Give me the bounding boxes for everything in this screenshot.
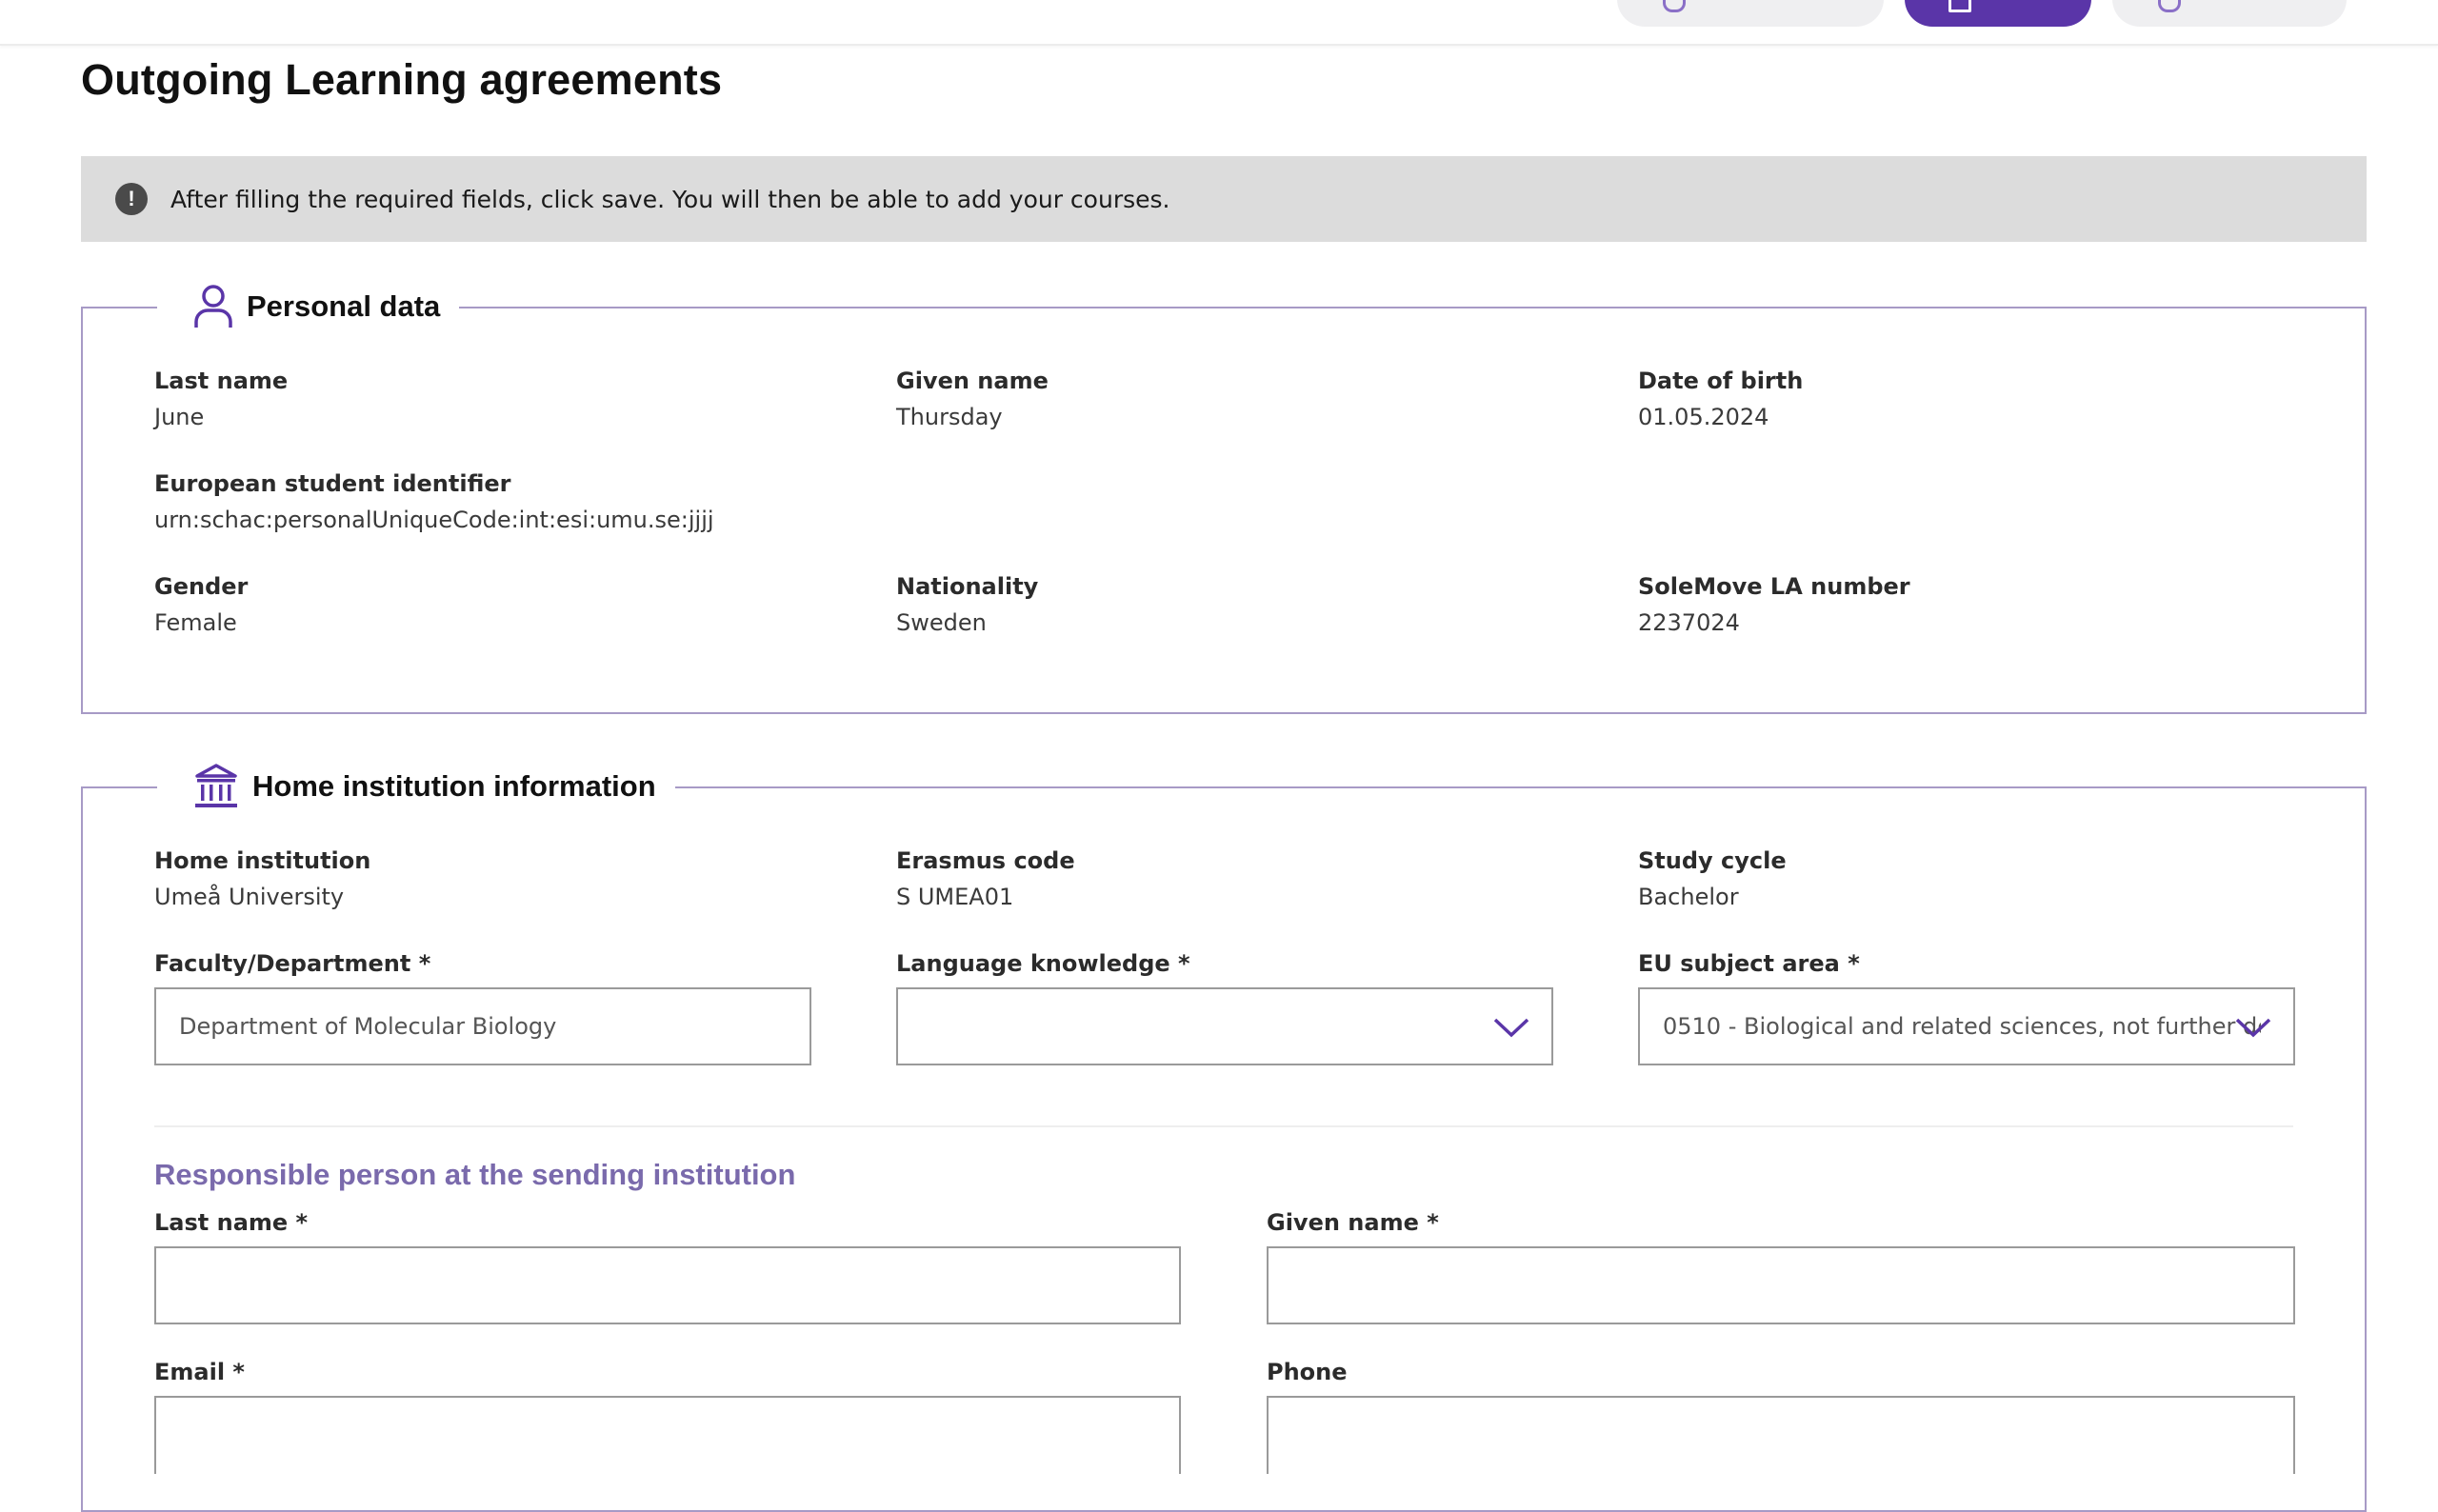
personal-data-legend: Personal data bbox=[174, 281, 460, 332]
field-value: Thursday bbox=[896, 404, 1003, 430]
resp-email-label: Email * bbox=[154, 1359, 245, 1385]
field-label: Date of birth bbox=[1638, 368, 1804, 394]
field-label: European student identifier bbox=[154, 470, 511, 497]
faculty-label: Faculty/Department * bbox=[154, 950, 431, 977]
tab-icon bbox=[1948, 0, 1971, 12]
responsible-person-heading: Responsible person at the sending instit… bbox=[154, 1158, 796, 1191]
solemove-field: SoleMove LA number 2237024 bbox=[1638, 573, 1910, 636]
resp-phone-label: Phone bbox=[1267, 1359, 1348, 1385]
resp-email-input[interactable] bbox=[154, 1396, 1181, 1474]
erasmus-code-field: Erasmus code S UMEA01 bbox=[896, 847, 1075, 910]
study-cycle-field: Study cycle Bachelor bbox=[1638, 847, 1787, 910]
resp-given-name-input[interactable] bbox=[1267, 1246, 2295, 1324]
subject-area-select[interactable]: 0510 - Biological and related sciences, … bbox=[1638, 987, 2295, 1065]
language-label: Language knowledge * bbox=[896, 950, 1190, 977]
date-of-birth-field: Date of birth 01.05.2024 bbox=[1638, 368, 1803, 430]
field-value: Female bbox=[154, 609, 237, 636]
given-name-field: Given name Thursday bbox=[896, 368, 1049, 430]
resp-given-name-label: Given name * bbox=[1267, 1209, 1439, 1236]
home-institution-field: Home institution Umeå University bbox=[154, 847, 370, 910]
section-title: Personal data bbox=[247, 289, 441, 323]
language-select[interactable] bbox=[896, 987, 1553, 1065]
nav-tab-3[interactable] bbox=[2112, 0, 2347, 27]
field-value: June bbox=[154, 404, 205, 430]
chevron-down-icon bbox=[1493, 1018, 1529, 1038]
field-label: Gender bbox=[154, 573, 249, 600]
field-value: Bachelor bbox=[1638, 884, 1739, 910]
field-value: urn:schac:personalUniqueCode:int:esi:umu… bbox=[154, 507, 714, 533]
field-value: S UMEA01 bbox=[896, 884, 1014, 910]
subject-area-label: EU subject area * bbox=[1638, 950, 1860, 977]
subject-area-select-value: 0510 - Biological and related sciences, … bbox=[1663, 1013, 2261, 1040]
home-institution-legend: Home institution information bbox=[174, 758, 675, 815]
field-label: Given name bbox=[896, 368, 1049, 394]
notice-message: After filling the required fields, click… bbox=[170, 185, 1170, 213]
nav-tab-1[interactable] bbox=[1617, 0, 1884, 27]
alert-circle-icon: ! bbox=[115, 183, 148, 215]
esi-field: European student identifier urn:schac:pe… bbox=[154, 470, 714, 533]
resp-phone-input[interactable] bbox=[1267, 1396, 2295, 1474]
nationality-field: Nationality Sweden bbox=[896, 573, 1038, 636]
faculty-input[interactable]: Department of Molecular Biology bbox=[154, 987, 811, 1065]
field-value: Sweden bbox=[896, 609, 987, 636]
person-icon bbox=[194, 285, 232, 328]
field-value: 2237024 bbox=[1638, 609, 1740, 636]
gender-field: Gender Female bbox=[154, 573, 248, 636]
field-label: Last name bbox=[154, 368, 289, 394]
top-navigation-bar bbox=[0, 0, 2438, 46]
resp-last-name-label: Last name * bbox=[154, 1209, 309, 1236]
field-label: Study cycle bbox=[1638, 847, 1787, 874]
resp-last-name-input[interactable] bbox=[154, 1246, 1181, 1324]
field-label: SoleMove LA number bbox=[1638, 573, 1910, 600]
institution-icon bbox=[195, 764, 237, 807]
section-title: Home institution information bbox=[252, 769, 656, 803]
chevron-down-icon bbox=[2235, 1018, 2271, 1038]
field-value: Umeå University bbox=[154, 884, 345, 910]
last-name-field: Last name June bbox=[154, 368, 288, 430]
tab-icon bbox=[1663, 0, 1686, 12]
nav-tab-2-active[interactable] bbox=[1905, 0, 2091, 27]
faculty-input-value: Department of Molecular Biology bbox=[179, 1013, 557, 1040]
tab-icon bbox=[2158, 0, 2181, 12]
page-title: Outgoing Learning agreements bbox=[81, 55, 723, 104]
section-divider bbox=[154, 1125, 2293, 1127]
field-label: Erasmus code bbox=[896, 847, 1075, 874]
field-label: Nationality bbox=[896, 573, 1039, 600]
field-label: Home institution bbox=[154, 847, 371, 874]
field-value: 01.05.2024 bbox=[1638, 404, 1769, 430]
info-notice: ! After filling the required fields, cli… bbox=[81, 156, 2367, 242]
